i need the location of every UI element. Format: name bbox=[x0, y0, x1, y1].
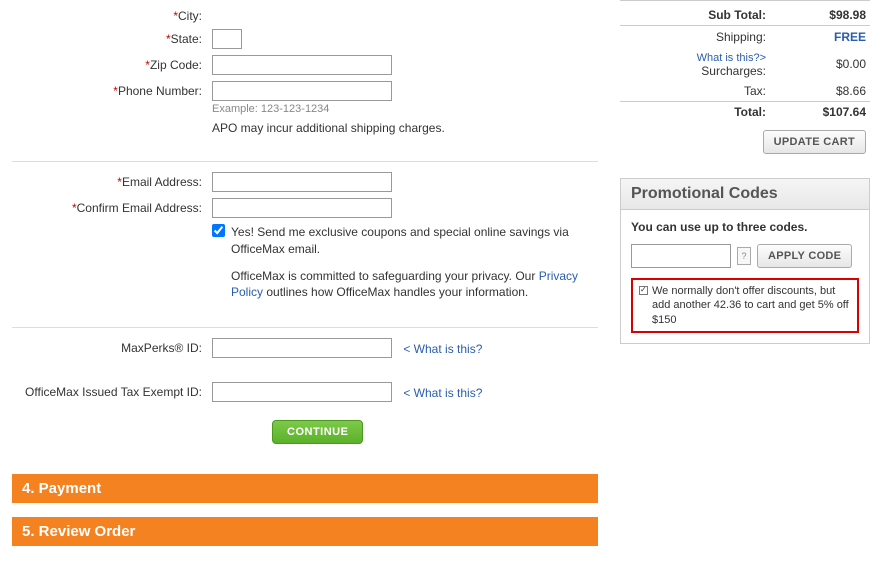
optin-text: Yes! Send me exclusive coupons and speci… bbox=[231, 224, 591, 258]
zip-label: *Zip Code: bbox=[12, 55, 212, 72]
total-value: $107.64 bbox=[770, 102, 870, 122]
total-label: Total: bbox=[620, 102, 770, 122]
promo-heading: Promotional Codes bbox=[621, 179, 869, 210]
taxexempt-input[interactable] bbox=[212, 382, 392, 402]
surcharges-label: Surcharges: bbox=[701, 64, 766, 78]
shipping-value: FREE bbox=[770, 27, 870, 47]
maxperks-input[interactable] bbox=[212, 338, 392, 358]
taxexempt-what-link[interactable]: < What is this? bbox=[403, 386, 482, 400]
subtotal-label: Sub Total: bbox=[620, 5, 770, 26]
continue-button[interactable]: CONTINUE bbox=[272, 420, 363, 444]
apo-note: APO may incur additional shipping charge… bbox=[212, 121, 598, 135]
update-cart-button[interactable]: UPDATE CART bbox=[763, 130, 866, 154]
zip-input[interactable] bbox=[212, 55, 392, 75]
taxexempt-label: OfficeMax Issued Tax Exempt ID: bbox=[12, 382, 212, 399]
email-section: *Email Address: *Confirm Email Address: … bbox=[12, 172, 598, 317]
state-label: *State: bbox=[12, 29, 212, 46]
phone-hint: Example: 123-123-1234 bbox=[212, 103, 598, 115]
shipping-label: Shipping: bbox=[620, 27, 770, 47]
step-payment[interactable]: 4. Payment bbox=[12, 474, 598, 503]
promo-sub: You can use up to three codes. bbox=[631, 220, 859, 234]
maxperks-what-link[interactable]: < What is this? bbox=[403, 342, 482, 356]
step-review[interactable]: 5. Review Order bbox=[12, 517, 598, 546]
subtotal-value: $98.98 bbox=[770, 5, 870, 26]
surcharges-what-link[interactable]: What is this?> bbox=[697, 52, 766, 64]
promo-box: Promotional Codes You can use up to thre… bbox=[620, 178, 870, 344]
tax-label: Tax: bbox=[620, 81, 770, 102]
email-input[interactable] bbox=[212, 172, 392, 192]
privacy-text: OfficeMax is committed to safeguarding y… bbox=[231, 268, 591, 302]
apply-code-button[interactable]: APPLY CODE bbox=[757, 244, 852, 268]
confirm-email-input[interactable] bbox=[212, 198, 392, 218]
maxperks-label: MaxPerks® ID: bbox=[12, 338, 212, 355]
tax-value: $8.66 bbox=[770, 81, 870, 102]
confirm-email-label: *Confirm Email Address: bbox=[12, 198, 212, 215]
order-totals: Sub Total: $98.98 Shipping: FREE What is… bbox=[620, 0, 870, 168]
optin-checkbox[interactable] bbox=[212, 224, 225, 237]
promo-help-icon[interactable]: ? bbox=[737, 247, 751, 265]
email-label: *Email Address: bbox=[12, 172, 212, 189]
surcharges-value: $0.00 bbox=[770, 47, 870, 81]
phone-label: *Phone Number: bbox=[12, 81, 212, 98]
check-icon bbox=[639, 286, 648, 295]
promo-offer-note: We normally don't offer discounts, but a… bbox=[631, 278, 859, 333]
promo-code-input[interactable] bbox=[631, 244, 731, 268]
phone-input[interactable] bbox=[212, 81, 392, 101]
state-input[interactable] bbox=[212, 29, 242, 49]
city-label: *City: bbox=[12, 6, 212, 23]
ids-section: MaxPerks® ID: < What is this? OfficeMax … bbox=[12, 338, 598, 460]
address-section: *City: *State: *Zip Code: *Phone Number:… bbox=[12, 6, 598, 151]
